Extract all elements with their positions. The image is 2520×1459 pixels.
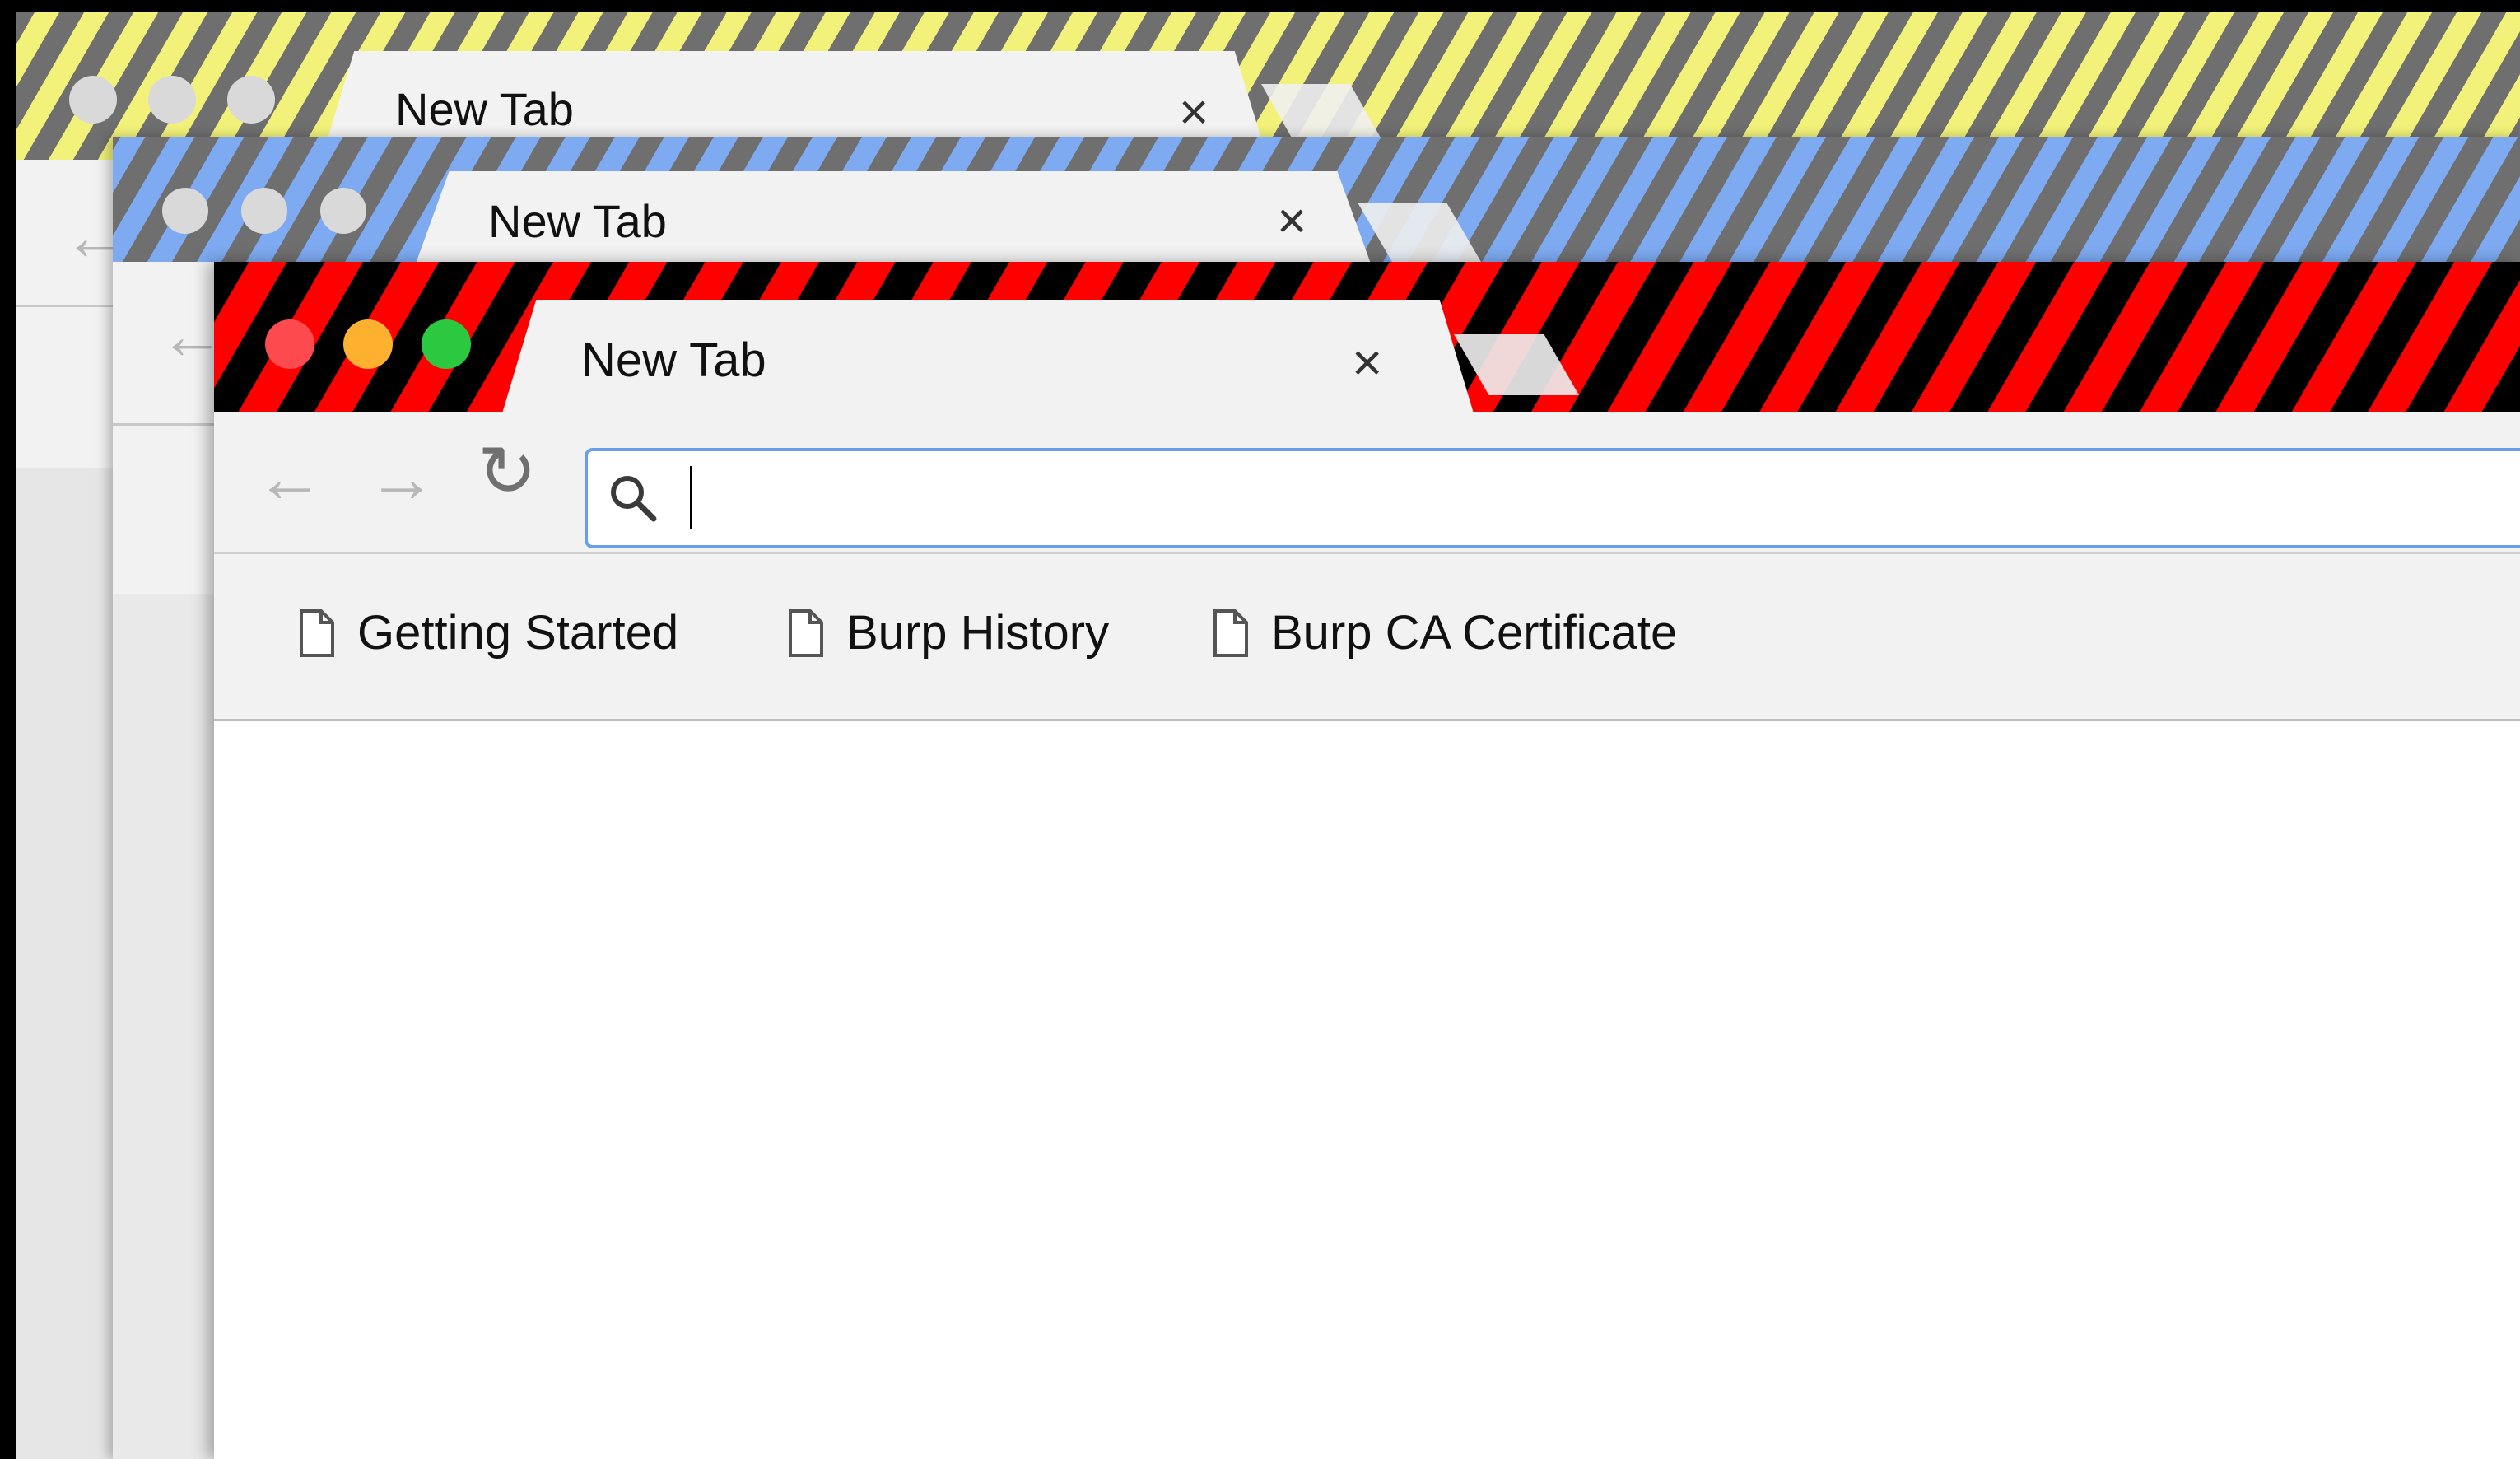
bookmark-label: Getting Started	[357, 606, 679, 660]
close-window-button[interactable]	[265, 319, 314, 369]
bookmark-burp-history[interactable]: Burp History	[787, 605, 1109, 660]
tab-title: New Tab	[488, 195, 667, 247]
tab-new-tab[interactable]: New Tab ×	[502, 300, 1474, 413]
page-icon	[789, 608, 823, 657]
omnibox-input[interactable]	[687, 463, 2336, 534]
minimize-window-button[interactable]	[241, 188, 287, 234]
tab-title: New Tab	[395, 83, 574, 135]
close-tab-icon[interactable]: ×	[1352, 336, 1382, 389]
omnibox[interactable]	[585, 448, 2520, 548]
minimize-window-button[interactable]	[343, 319, 393, 369]
bookmark-getting-started[interactable]: Getting Started	[298, 605, 678, 660]
close-tab-icon[interactable]: ×	[1179, 87, 1209, 138]
bookmark-label: Burp History	[846, 606, 1110, 660]
browser-window-front[interactable]: New Tab × ← → ↻ Getting Started Burp His…	[214, 262, 2520, 1459]
forward-arrow-icon[interactable]: →	[367, 443, 436, 512]
close-window-button[interactable]	[162, 188, 208, 234]
bookmarks-bar: Getting Started Burp History Burp CA Cer…	[214, 554, 2520, 721]
reload-icon[interactable]: ↻	[477, 436, 537, 507]
search-icon	[611, 476, 657, 522]
page-icon	[1213, 608, 1248, 657]
zoom-window-button[interactable]	[320, 188, 366, 234]
page-icon	[300, 608, 334, 657]
tab-title: New Tab	[581, 333, 766, 387]
close-window-button[interactable]	[69, 76, 117, 124]
text-caret	[690, 466, 692, 529]
page-content	[214, 721, 2520, 1459]
back-arrow-icon[interactable]: ←	[255, 443, 324, 512]
close-tab-icon[interactable]: ×	[1277, 196, 1307, 247]
tab[interactable]: New Tab ×	[416, 171, 1371, 263]
zoom-window-button[interactable]	[227, 76, 275, 124]
toolbar: ← → ↻	[214, 412, 2520, 552]
bookmark-burp-ca-certificate[interactable]: Burp CA Certificate	[1212, 605, 1677, 660]
minimize-window-button[interactable]	[148, 76, 196, 124]
bookmark-label: Burp CA Certificate	[1271, 606, 1678, 660]
zoom-window-button[interactable]	[422, 319, 471, 369]
